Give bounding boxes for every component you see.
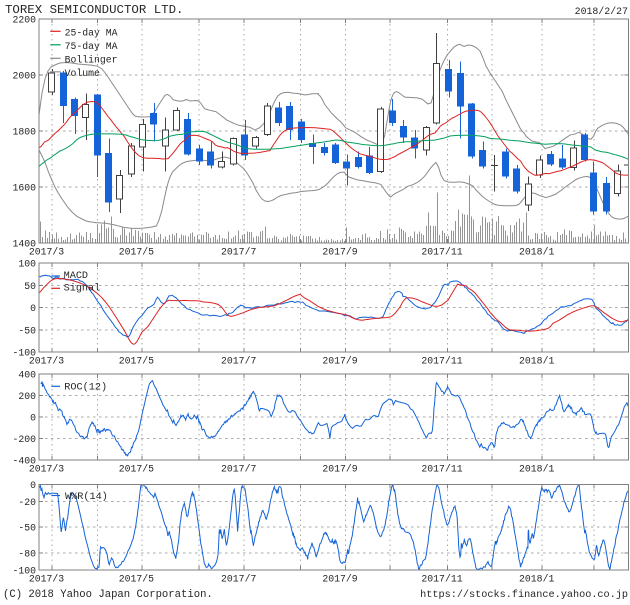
svg-text:2017/3: 2017/3 (29, 464, 64, 475)
svg-text:2017/11: 2017/11 (421, 464, 462, 475)
svg-text:2018/1: 2018/1 (519, 356, 554, 367)
svg-text:ROC(12): ROC(12) (64, 382, 107, 394)
svg-text:-50: -50 (18, 325, 36, 336)
svg-text:2017/5: 2017/5 (119, 247, 154, 258)
svg-text:2017/9: 2017/9 (322, 464, 357, 475)
svg-text:MACD: MACD (64, 271, 88, 282)
svg-text:TOREX SEMICONDUCTOR LTD.: TOREX SEMICONDUCTOR LTD. (5, 3, 183, 17)
svg-text:2017/3: 2017/3 (29, 356, 64, 367)
svg-text:100: 100 (18, 259, 36, 270)
svg-text:-20: -20 (18, 497, 36, 508)
svg-text:-80: -80 (18, 548, 36, 559)
svg-text:25-day MA: 25-day MA (65, 27, 118, 38)
svg-text:400: 400 (18, 370, 36, 381)
svg-text:2017/7: 2017/7 (221, 356, 256, 367)
svg-text:0: 0 (30, 303, 36, 314)
svg-text:2017/5: 2017/5 (119, 574, 154, 585)
svg-text:50: 50 (24, 281, 36, 292)
svg-text:2018/1: 2018/1 (519, 464, 554, 475)
svg-text:2017/7: 2017/7 (221, 247, 256, 258)
svg-text:2017/9: 2017/9 (322, 574, 357, 585)
svg-text:Bollinger: Bollinger (65, 54, 118, 65)
svg-text:2017/5: 2017/5 (119, 356, 154, 367)
svg-text:0: 0 (30, 480, 36, 491)
svg-text:2018/1: 2018/1 (519, 247, 554, 258)
svg-text:https://stocks.finance.yahoo.c: https://stocks.finance.yahoo.co.jp (420, 589, 628, 600)
svg-text:2017/11: 2017/11 (421, 574, 462, 585)
svg-text:75-day MA: 75-day MA (65, 41, 118, 52)
svg-text:2017/9: 2017/9 (322, 356, 357, 367)
svg-text:Volume: Volume (65, 68, 100, 79)
svg-text:2017/7: 2017/7 (221, 464, 256, 475)
svg-text:200: 200 (18, 391, 36, 402)
svg-text:2017/3: 2017/3 (29, 574, 64, 585)
svg-text:2018/2/27: 2018/2/27 (575, 6, 628, 17)
svg-text:2017/9: 2017/9 (322, 247, 357, 258)
svg-text:-50: -50 (18, 523, 36, 534)
svg-text:(C) 2018 Yahoo Japan Corporati: (C) 2018 Yahoo Japan Corporation. (3, 589, 213, 600)
svg-text:W%R(14): W%R(14) (65, 491, 108, 503)
svg-text:0: 0 (30, 413, 36, 424)
svg-text:1600: 1600 (12, 183, 36, 194)
svg-text:2000: 2000 (12, 71, 36, 82)
svg-text:2017/3: 2017/3 (29, 247, 64, 258)
svg-text:2017/11: 2017/11 (421, 356, 462, 367)
svg-text:2017/11: 2017/11 (421, 247, 462, 258)
svg-text:2017/5: 2017/5 (119, 464, 154, 475)
svg-text:Signal: Signal (64, 283, 101, 295)
svg-text:2017/7: 2017/7 (221, 574, 256, 585)
svg-text:1800: 1800 (12, 127, 36, 138)
svg-text:-200: -200 (12, 434, 36, 445)
svg-text:2018/1: 2018/1 (519, 574, 554, 585)
